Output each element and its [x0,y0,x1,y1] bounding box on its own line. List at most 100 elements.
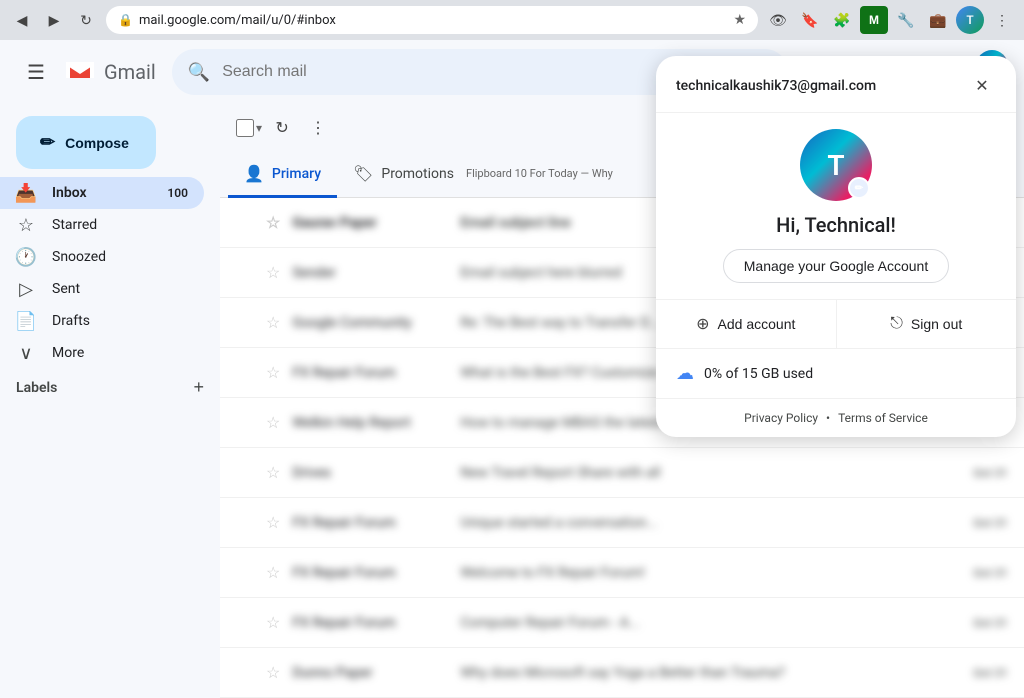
email-sender: FX Repair Forum [292,565,452,581]
email-sender: FX Repair Forum [292,615,452,631]
medium-icon[interactable]: M [860,6,888,34]
sidebar-item-snoozed[interactable]: 🕐 Snoozed [0,241,204,273]
email-sender: FX Repair Forum [292,515,452,531]
snoozed-label: Snoozed [52,249,188,265]
hamburger-menu-button[interactable]: ☰ [16,52,56,92]
sidebar-item-starred[interactable]: ☆ Starred [0,209,204,241]
star-icon[interactable]: ☆ [266,513,280,532]
sidebar-item-sent[interactable]: ▷ Sent [0,273,204,305]
chrome-menu-icon[interactable]: ⋮ [988,6,1016,34]
browser-toolbar-icons: 👁 🔖 🧩 M 🔧 💼 T ⋮ [764,6,1016,34]
compose-button[interactable]: ✏ Compose [16,116,156,169]
primary-tab-label: Primary [272,166,321,182]
add-account-icon: ⊕ [696,314,709,334]
email-sender: Dunno Paper [292,665,452,681]
inbox-label: Inbox [52,185,151,201]
chrome-profile-avatar[interactable]: T [956,6,984,34]
popup-greeting: Hi, Technical! [776,213,896,237]
terms-of-service-link[interactable]: Terms of Service [838,411,928,425]
sidebar-item-more[interactable]: ∨ More [0,337,204,369]
email-sender: Gaurav Paper [292,215,452,231]
sent-label: Sent [52,281,188,297]
star-icon[interactable]: ☆ [266,213,280,232]
privacy-policy-link[interactable]: Privacy Policy [744,411,818,425]
promotions-tab-icon: 🏷 [353,164,373,183]
account-popup: technicalkaushik73@gmail.com ✕ T ✏ Hi, T… [656,56,1016,437]
sidebar: ✏ Compose 📥 Inbox 100 ☆ Starred 🕐 Snooze… [0,104,220,698]
promotions-tab-subtitle: Flipboard 10 For Today — Why [466,167,613,180]
popup-action-buttons: ⊕ Add account ⎋ Sign out [656,299,1016,349]
compose-label: Compose [65,135,129,151]
email-time: Oct 31 [973,616,1008,630]
email-sender: Welkin Help Report [292,415,452,431]
select-all-checkbox[interactable] [236,119,254,137]
reload-button[interactable]: ↻ [72,6,100,34]
sidebar-item-inbox[interactable]: 📥 Inbox 100 [0,177,204,209]
inbox-count: 100 [167,186,188,200]
labels-section-header: Labels + [0,369,220,406]
forward-button[interactable]: ▶ [40,6,68,34]
gmail-logo-text: Gmail [104,60,156,84]
star-icon[interactable]: ☆ [266,613,280,632]
storage-info: ☁ 0% of 15 GB used [656,349,1016,398]
drafts-label: Drafts [52,313,188,329]
hamburger-icon: ☰ [27,60,45,85]
email-time: Oct 31 [973,666,1008,680]
more-chevron-icon: ∨ [16,343,36,364]
email-subject: Welcome to FX Repair Forum! [460,565,957,581]
url-text: mail.google.com/mail/u/0/#inbox [139,13,727,28]
popup-footer: Privacy Policy • Terms of Service [656,398,1016,437]
gmail-logo: Gmail [64,56,156,89]
inbox-icon: 📥 [16,183,36,204]
browser-nav-buttons: ◀ ▶ ↻ [8,6,100,34]
star-icon[interactable]: ☆ [266,563,280,582]
table-row[interactable]: ☆ FX Repair Forum Welcome to FX Repair F… [220,548,1024,598]
cloud-storage-icon: ☁ [676,363,694,384]
star-icon[interactable]: ☆ [266,313,280,332]
eye-icon[interactable]: 👁 [764,6,792,34]
email-subject: Unique started a conversation... [460,515,957,531]
star-icon[interactable]: ☆ [266,463,280,482]
more-toolbar-button[interactable]: ⋮ [302,112,334,144]
select-all-chevron[interactable]: ▾ [256,121,262,135]
extensions-icon[interactable]: 🧩 [828,6,856,34]
avatar-initials: T [827,149,844,182]
storage-usage-text: 0% of 15 GB used [704,366,813,382]
back-button[interactable]: ◀ [8,6,36,34]
ext3-icon[interactable]: 💼 [924,6,952,34]
email-sender: Sender [292,265,452,281]
add-account-button[interactable]: ⊕ Add account [656,300,836,348]
ext2-icon[interactable]: 🔧 [892,6,920,34]
sign-out-button[interactable]: ⎋ Sign out [837,300,1017,348]
email-subject: New Travel Report Share with all [460,465,957,481]
footer-dot: • [826,411,830,425]
address-bar[interactable]: 🔒 mail.google.com/mail/u/0/#inbox ★ [106,6,758,34]
bookmark-icon[interactable]: 🔖 [796,6,824,34]
profile-avatar: T ✏ [800,129,872,201]
email-subject: Why does Microsoft say Yoga a Better tha… [460,665,957,681]
email-time: Oct 31 [973,466,1008,480]
table-row[interactable]: ☆ FX Repair Forum Computer Repair Forum … [220,598,1024,648]
table-row[interactable]: ☆ FX Repair Forum Unique started a conve… [220,498,1024,548]
table-row[interactable]: ☆ Dunno Paper Why does Microsoft say Yog… [220,648,1024,698]
add-account-label: Add account [718,316,796,332]
table-row[interactable]: ☆ Drives New Travel Report Share with al… [220,448,1024,498]
avatar-edit-badge[interactable]: ✏ [848,177,870,199]
tab-primary[interactable]: 👤 Primary [228,152,337,198]
email-subject: Computer Repair Forum - A... [460,615,957,631]
email-sender: Drives [292,465,452,481]
star-icon[interactable]: ☆ [266,413,280,432]
email-time: Oct 31 [973,516,1008,530]
popup-close-button[interactable]: ✕ [968,72,996,100]
star-icon[interactable]: ☆ [266,363,280,382]
add-label-button[interactable]: + [193,377,204,398]
refresh-button[interactable]: ↻ [266,112,298,144]
gmail-m-icon [64,56,96,89]
email-time: Oct 31 [973,566,1008,580]
promotions-tab-label: Promotions [381,166,454,182]
sidebar-item-drafts[interactable]: 📄 Drafts [0,305,204,337]
manage-account-button[interactable]: Manage your Google Account [723,249,949,283]
tab-promotions[interactable]: 🏷 Promotions Flipboard 10 For Today — Wh… [337,152,629,198]
star-icon[interactable]: ☆ [266,663,280,682]
star-icon[interactable]: ☆ [266,263,280,282]
